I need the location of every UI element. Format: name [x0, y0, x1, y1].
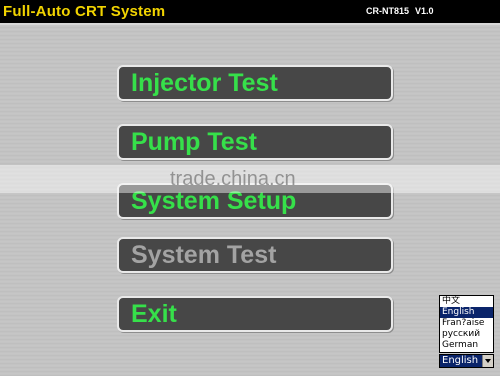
- injector-test-button[interactable]: Injector Test: [117, 65, 393, 101]
- language-option-chinese[interactable]: 中文: [440, 296, 493, 307]
- exit-label: Exit: [131, 299, 177, 328]
- language-list[interactable]: 中文 English Fran?aise русский German: [439, 295, 494, 353]
- pump-test-button[interactable]: Pump Test: [117, 124, 393, 160]
- language-select[interactable]: English: [439, 354, 494, 368]
- version-label: V1.0: [415, 6, 434, 16]
- exit-button[interactable]: Exit: [117, 296, 393, 332]
- language-option-german[interactable]: German: [440, 340, 493, 351]
- model-label: CR-NT815: [366, 6, 410, 16]
- language-select-value: English: [442, 355, 479, 366]
- injector-test-label: Injector Test: [131, 68, 278, 97]
- language-option-english[interactable]: English: [440, 307, 493, 318]
- watermark: trade.china.cn: [170, 168, 296, 190]
- chevron-down-icon[interactable]: [482, 355, 493, 367]
- system-test-label: System Test: [131, 240, 277, 269]
- language-option-russian[interactable]: русский: [440, 329, 493, 340]
- app-title: Full-Auto CRT System: [3, 3, 166, 20]
- system-test-button[interactable]: System Test: [117, 237, 393, 273]
- title-bar: Full-Auto CRT System CR-NT815 V1.0: [0, 0, 500, 25]
- language-option-french[interactable]: Fran?aise: [440, 318, 493, 329]
- pump-test-label: Pump Test: [131, 127, 257, 156]
